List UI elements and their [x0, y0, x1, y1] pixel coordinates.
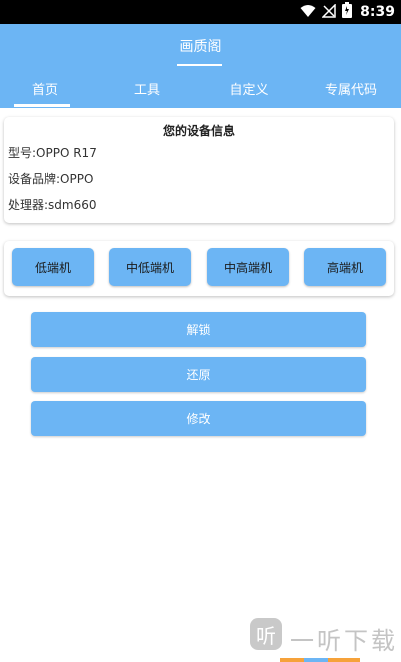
high-end-button[interactable]: 高端机 — [304, 248, 386, 286]
watermark: 听 一听下载 — [250, 618, 401, 662]
no-signal-icon — [321, 2, 336, 22]
tab-bar: 首页 工具 自定义 专属代码 — [0, 68, 401, 108]
tab-custom[interactable]: 自定义 — [204, 68, 294, 108]
low-end-button[interactable]: 低端机 — [12, 248, 94, 286]
device-processor: 处理器:sdm660 — [8, 198, 97, 212]
unlock-button[interactable]: 解锁 — [31, 312, 366, 347]
device-tier-card: 低端机 中低端机 中高端机 高端机 — [4, 241, 394, 296]
watermark-strip — [280, 658, 360, 662]
device-info-card: 您的设备信息 型号:OPPO R17 设备品牌:OPPO 处理器:sdm660 — [4, 117, 394, 223]
watermark-text: 一听下载 — [290, 627, 398, 655]
modify-button[interactable]: 修改 — [31, 401, 366, 436]
tab-tools[interactable]: 工具 — [102, 68, 192, 108]
app-title: 画质阁 — [179, 39, 222, 55]
tab-exclusive-code[interactable]: 专属代码 — [306, 68, 396, 108]
app-header: 画质阁 — [0, 24, 401, 68]
tab-home[interactable]: 首页 — [0, 68, 90, 108]
device-info-title: 您的设备信息 — [162, 124, 235, 138]
restore-button[interactable]: 还原 — [31, 357, 366, 392]
status-bar: 8:39 — [0, 0, 401, 24]
watermark-logo-icon: 听 — [250, 618, 282, 650]
battery-icon — [342, 2, 353, 22]
title-underline — [177, 64, 222, 66]
device-brand: 设备品牌:OPPO — [8, 172, 94, 186]
wifi-icon — [300, 3, 316, 22]
active-tab-indicator — [14, 104, 70, 107]
device-model: 型号:OPPO R17 — [8, 146, 97, 160]
mid-low-end-button[interactable]: 中低端机 — [109, 248, 191, 286]
status-icons: 8:39 — [300, 2, 395, 22]
mid-high-end-button[interactable]: 中高端机 — [207, 248, 289, 286]
status-time: 8:39 — [360, 4, 395, 20]
